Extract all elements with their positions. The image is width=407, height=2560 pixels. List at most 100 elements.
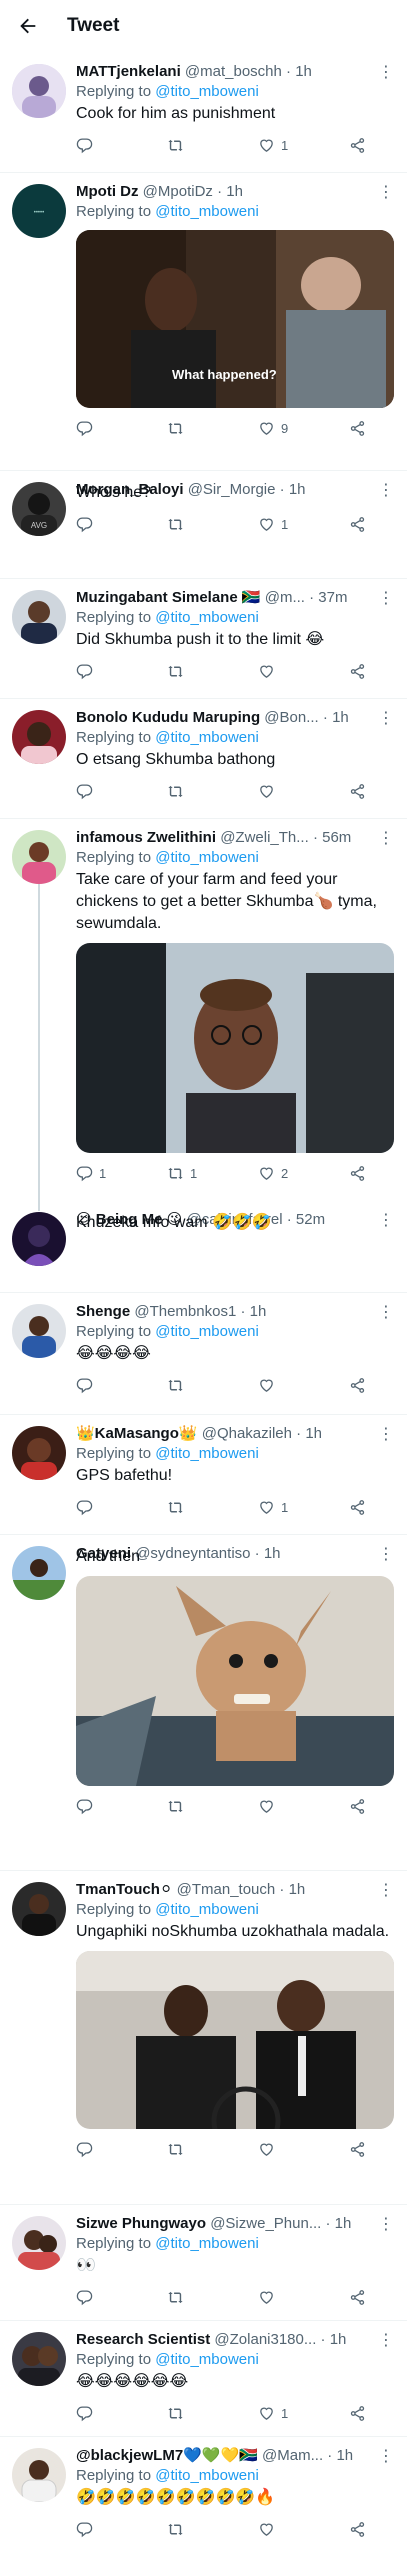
tweet-media[interactable] <box>76 1951 394 2129</box>
retweet-button[interactable] <box>167 783 198 800</box>
retweet-button[interactable] <box>167 2521 198 2538</box>
avatar[interactable]: ••••• <box>12 184 66 238</box>
tweet-media[interactable] <box>76 943 394 1153</box>
mention-link[interactable]: @tito_mboweni <box>155 1901 259 1918</box>
like-button[interactable]: 2 <box>258 1165 289 1182</box>
arrow-left-icon[interactable] <box>15 13 41 39</box>
more-options-icon[interactable]: ⋮ <box>378 1302 395 1322</box>
display-name[interactable]: @blackjewLM7💙💚💛🇿🇦 <box>76 2447 258 2464</box>
more-options-icon[interactable]: ⋮ <box>378 1210 395 1230</box>
user-handle[interactable]: @Thembnkos1 <box>134 1303 236 1320</box>
timestamp[interactable]: 56m <box>322 829 351 846</box>
like-button[interactable]: 1 <box>258 1499 289 1516</box>
more-options-icon[interactable]: ⋮ <box>378 2330 395 2350</box>
timestamp[interactable]: 1h <box>335 2215 352 2232</box>
like-button[interactable] <box>258 1377 289 1394</box>
user-handle[interactable]: @Mam... <box>262 2447 323 2464</box>
retweet-button[interactable] <box>167 1499 198 1516</box>
retweet-button[interactable] <box>167 420 198 437</box>
timestamp[interactable]: 1h <box>264 1545 281 1562</box>
share-button[interactable] <box>349 783 366 800</box>
user-handle[interactable]: @Sizwe_Phun... <box>210 2215 321 2232</box>
display-name[interactable]: Mpoti Dz <box>76 183 138 200</box>
user-handle[interactable]: @Sir_Morgie <box>188 481 276 498</box>
more-options-icon[interactable]: ⋮ <box>378 1424 395 1444</box>
more-options-icon[interactable]: ⋮ <box>378 62 395 82</box>
avatar[interactable] <box>12 1882 66 1936</box>
like-button[interactable] <box>258 1798 289 1815</box>
user-handle[interactable]: @Tman_touch <box>177 1881 276 1898</box>
more-options-icon[interactable]: ⋮ <box>378 2446 395 2466</box>
reply-button[interactable] <box>76 516 107 533</box>
timestamp[interactable]: 1h <box>336 2447 353 2464</box>
more-options-icon[interactable]: ⋮ <box>378 480 395 500</box>
share-button[interactable] <box>349 2141 366 2158</box>
timestamp[interactable]: 1h <box>289 481 306 498</box>
retweet-button[interactable] <box>167 663 198 680</box>
tweet-media[interactable] <box>76 1576 394 1786</box>
user-handle[interactable]: @Zweli_Th... <box>220 829 309 846</box>
reply-tweet[interactable]: TmanTouch⚪ @Tman_touch · 1h Replying to … <box>0 1870 407 2205</box>
like-button[interactable] <box>258 663 289 680</box>
tweet-media[interactable]: What happened? <box>76 230 394 408</box>
timestamp[interactable]: 1h <box>289 1881 306 1898</box>
reply-tweet[interactable]: Shenge @Thembnkos1 · 1h Replying to @tit… <box>0 1292 407 1415</box>
user-handle[interactable]: @sydneyntantiso <box>135 1545 250 1562</box>
avatar[interactable] <box>12 2448 66 2502</box>
mention-link[interactable]: @tito_mboweni <box>155 729 259 746</box>
user-handle[interactable]: @MpotiDz <box>143 183 213 200</box>
like-button[interactable] <box>258 2289 289 2306</box>
timestamp[interactable]: 1h <box>250 1303 267 1320</box>
mention-link[interactable]: @tito_mboweni <box>155 2351 259 2368</box>
avatar[interactable] <box>12 64 66 118</box>
reply-button[interactable] <box>76 663 107 680</box>
user-handle[interactable]: @m... <box>265 589 305 606</box>
retweet-button[interactable] <box>167 137 198 154</box>
reply-button[interactable] <box>76 2521 107 2538</box>
mention-link[interactable]: @tito_mboweni <box>155 2235 259 2252</box>
retweet-button[interactable] <box>167 2289 198 2306</box>
more-options-icon[interactable]: ⋮ <box>378 1880 395 1900</box>
reply-button[interactable] <box>76 783 107 800</box>
retweet-button[interactable] <box>167 2141 198 2158</box>
user-handle[interactable]: @mat_boschh <box>185 63 282 80</box>
timestamp[interactable]: 52m <box>296 1211 325 1228</box>
share-button[interactable] <box>349 1499 366 1516</box>
more-options-icon[interactable]: ⋮ <box>378 708 395 728</box>
mention-link[interactable]: @tito_mboweni <box>155 2467 259 2484</box>
like-button[interactable]: 1 <box>258 137 289 154</box>
reply-tweet[interactable]: 😉 Being Me 😉 @calvin_farrel · 52m Khuzek… <box>0 1200 407 1293</box>
avatar[interactable] <box>12 1304 66 1358</box>
reply-button[interactable] <box>76 137 107 154</box>
avatar[interactable] <box>12 2332 66 2386</box>
reply-tweet[interactable]: @blackjewLM7💙💚💛🇿🇦 @Mam... · 1h Replying … <box>0 2436 407 2560</box>
share-button[interactable] <box>349 2521 366 2538</box>
like-button[interactable]: 9 <box>258 420 289 437</box>
more-options-icon[interactable]: ⋮ <box>378 182 395 202</box>
user-handle[interactable]: @Bon... <box>264 709 318 726</box>
share-button[interactable] <box>349 1798 366 1815</box>
reply-button[interactable] <box>76 1377 107 1394</box>
avatar[interactable] <box>12 830 66 884</box>
share-button[interactable] <box>349 2405 366 2422</box>
reply-button[interactable] <box>76 1798 107 1815</box>
display-name[interactable]: MATTjenkelani <box>76 63 181 80</box>
display-name[interactable]: Research Scientist <box>76 2331 210 2348</box>
timestamp[interactable]: 1h <box>332 709 349 726</box>
timestamp[interactable]: 37m <box>318 589 347 606</box>
reply-tweet[interactable]: Sizwe Phungwayo @Sizwe_Phun... · 1h Repl… <box>0 2204 407 2321</box>
avatar[interactable] <box>12 2216 66 2270</box>
share-button[interactable] <box>349 1165 366 1182</box>
retweet-button[interactable]: 1 <box>167 1165 198 1182</box>
reply-button[interactable] <box>76 2289 107 2306</box>
share-button[interactable] <box>349 1377 366 1394</box>
more-options-icon[interactable]: ⋮ <box>378 828 395 848</box>
timestamp[interactable]: 1h <box>330 2331 347 2348</box>
reply-tweet[interactable]: AVG Morgan_Baloyi @Sir_Morgie · 1h Who's… <box>0 470 407 579</box>
reply-tweet[interactable]: 👑KaMasango👑 @Qhakazileh · 1h Replying to… <box>0 1414 407 1535</box>
timestamp[interactable]: 1h <box>295 63 312 80</box>
retweet-button[interactable] <box>167 516 198 533</box>
share-button[interactable] <box>349 663 366 680</box>
mention-link[interactable]: @tito_mboweni <box>155 203 259 220</box>
reply-tweet[interactable]: MATTjenkelani @mat_boschh · 1h Replying … <box>0 52 407 173</box>
